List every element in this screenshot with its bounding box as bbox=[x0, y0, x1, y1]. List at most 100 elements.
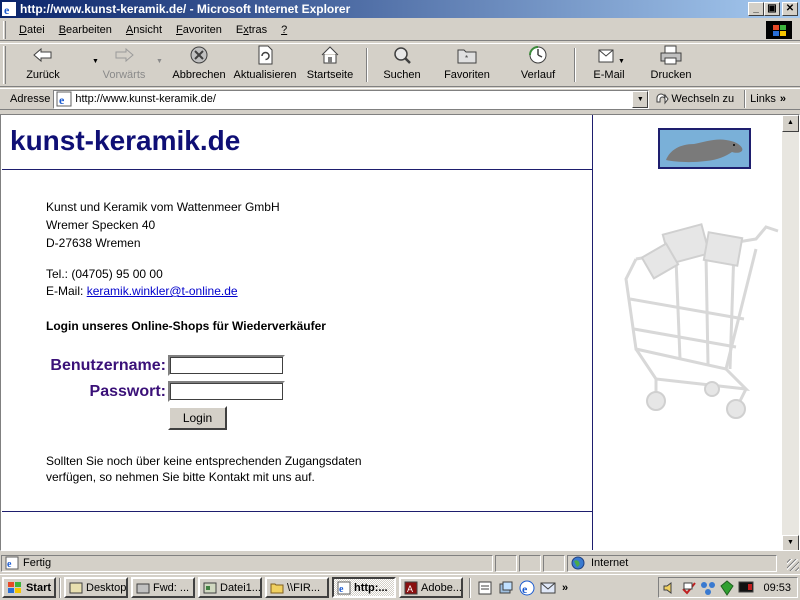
monitor-icon[interactable] bbox=[738, 580, 754, 596]
toolbar-grip[interactable] bbox=[3, 46, 6, 84]
menu-favoriten[interactable]: Favoriten bbox=[169, 24, 229, 36]
footer-divider bbox=[2, 511, 593, 512]
go-button[interactable]: Wechseln zu bbox=[655, 92, 734, 106]
internet-explorer-quick-icon[interactable]: e bbox=[519, 580, 535, 596]
task-browser[interactable]: e http:... bbox=[332, 577, 396, 598]
taskbar-divider bbox=[59, 577, 61, 598]
svg-text:*: * bbox=[465, 54, 468, 63]
menu-bearbeiten[interactable]: Bearbeiten bbox=[52, 24, 119, 36]
login-button[interactable]: Login bbox=[168, 406, 227, 430]
clock[interactable]: 09:53 bbox=[763, 582, 791, 594]
status-cell-offline bbox=[543, 554, 565, 572]
document-window-icon bbox=[203, 582, 217, 593]
home-button[interactable]: Startseite bbox=[300, 44, 360, 86]
back-button[interactable]: Zurück ▼ bbox=[12, 44, 99, 86]
stop-button[interactable]: Abbrechen bbox=[168, 44, 230, 86]
password-row: Passwort: bbox=[46, 381, 285, 402]
mail-button[interactable]: E-Mail ▼ bbox=[582, 44, 636, 86]
history-button[interactable]: Verlauf bbox=[508, 44, 568, 86]
internet-explorer-icon: e bbox=[337, 581, 351, 595]
home-icon bbox=[319, 44, 341, 65]
address-input[interactable] bbox=[75, 93, 616, 105]
mail-check-icon[interactable] bbox=[681, 580, 697, 596]
antivirus-icon[interactable] bbox=[719, 579, 735, 596]
windows-flag-icon bbox=[7, 581, 23, 595]
username-input[interactable] bbox=[168, 355, 285, 376]
resize-grip[interactable] bbox=[787, 559, 799, 571]
company-street: Wremer Specken 40 bbox=[46, 218, 156, 232]
menu-ansicht[interactable]: Ansicht bbox=[119, 24, 169, 36]
svg-text:e: e bbox=[7, 559, 12, 570]
refresh-button[interactable]: Aktualisieren bbox=[230, 44, 300, 86]
page-viewport: kunst-keramik.de Kunst und Keramik vom W… bbox=[0, 114, 800, 551]
task-label: \\FIR... bbox=[287, 581, 320, 594]
task-label: Desktop bbox=[86, 581, 127, 594]
favorites-button[interactable]: * Favoriten bbox=[430, 44, 504, 86]
task-folder-fir[interactable]: \\FIR... bbox=[265, 577, 329, 598]
contact-info: Tel.: (04705) 95 00 00 E-Mail: keramik.w… bbox=[46, 266, 238, 300]
status-bar: e Fertig Internet bbox=[0, 553, 800, 573]
forward-arrow-icon bbox=[113, 44, 135, 65]
site-title: kunst-keramik.de bbox=[10, 125, 241, 156]
login-heading: Login unseres Online-Shops für Wiederver… bbox=[46, 319, 326, 333]
folder-icon bbox=[270, 583, 284, 593]
address-dropdown-icon[interactable]: ▼ bbox=[632, 90, 649, 108]
go-arrow-icon bbox=[656, 93, 669, 105]
search-button[interactable]: Suchen bbox=[374, 44, 430, 86]
window-title: http://www.kunst-keramik.de/ - Microsoft… bbox=[20, 2, 351, 16]
menu-extras[interactable]: Extras bbox=[229, 24, 274, 36]
password-label: Passwort: bbox=[89, 382, 166, 400]
toolbar-separator bbox=[574, 48, 576, 82]
forward-button[interactable]: Vorwärts ▼ bbox=[94, 44, 163, 86]
search-icon bbox=[391, 44, 413, 65]
info-text: Sollten Sie noch über keine entsprechend… bbox=[46, 454, 362, 484]
print-button[interactable]: Drucken bbox=[640, 44, 702, 86]
vertical-scrollbar[interactable]: ▲ ▼ bbox=[782, 115, 799, 550]
home-label: Startseite bbox=[306, 69, 354, 81]
email-label: E-Mail: bbox=[46, 284, 84, 298]
notepad-icon[interactable] bbox=[477, 580, 493, 596]
shopping-cart-icon bbox=[624, 223, 779, 419]
task-datei1[interactable]: Datei1... bbox=[198, 577, 262, 598]
menu-datei[interactable]: Datei bbox=[12, 24, 52, 36]
svg-text:e: e bbox=[4, 3, 10, 16]
window-switch-icon[interactable] bbox=[498, 580, 514, 596]
start-button[interactable]: Start bbox=[2, 577, 56, 598]
header-divider bbox=[2, 169, 593, 170]
refresh-icon bbox=[254, 44, 276, 65]
task-label: http:... bbox=[354, 581, 388, 594]
links-chevron-icon[interactable]: » bbox=[780, 93, 786, 105]
print-label: Drucken bbox=[650, 69, 692, 81]
links-button[interactable]: Links bbox=[750, 93, 776, 105]
mail-dropdown-icon[interactable]: ▼ bbox=[618, 58, 625, 65]
main-frame: kunst-keramik.de Kunst und Keramik vom W… bbox=[2, 115, 593, 550]
status-text: Fertig bbox=[23, 557, 52, 569]
volume-icon[interactable] bbox=[662, 580, 678, 596]
task-fwd-mail[interactable]: Fwd: ... bbox=[131, 577, 195, 598]
email-link[interactable]: keramik.winkler@t-online.de bbox=[87, 284, 238, 298]
close-button[interactable]: ✕ bbox=[782, 2, 798, 16]
back-label: Zurück bbox=[26, 69, 60, 81]
taskbar-chevron-icon[interactable]: » bbox=[562, 582, 568, 594]
task-desktop[interactable]: Desktop bbox=[64, 577, 128, 598]
svg-text:A: A bbox=[407, 584, 413, 594]
outlook-icon[interactable] bbox=[540, 580, 556, 596]
phone-number: Tel.: (04705) 95 00 00 bbox=[46, 267, 163, 281]
seal-logo[interactable] bbox=[658, 128, 751, 169]
password-input[interactable] bbox=[168, 381, 285, 402]
scroll-up-icon[interactable]: ▲ bbox=[782, 115, 799, 132]
menu-bar: Datei Bearbeiten Ansicht Favoriten Extra… bbox=[0, 19, 800, 41]
menu-help[interactable]: ? bbox=[274, 24, 294, 36]
start-label: Start bbox=[25, 581, 52, 594]
address-field[interactable]: e ▼ bbox=[53, 89, 650, 109]
seal-icon bbox=[666, 139, 743, 163]
company-address: Kunst und Keramik vom Wattenmeer GmbH Wr… bbox=[46, 198, 280, 252]
forward-dropdown-icon[interactable]: ▼ bbox=[156, 58, 163, 65]
minimize-button[interactable]: _ bbox=[748, 2, 764, 16]
side-frame bbox=[594, 115, 782, 550]
scroll-down-icon[interactable]: ▼ bbox=[782, 535, 799, 550]
task-adobe[interactable]: A Adobe... bbox=[399, 577, 463, 598]
network-icon[interactable] bbox=[700, 580, 716, 596]
menu-grip[interactable] bbox=[3, 20, 6, 39]
maximize-button[interactable]: ▣ bbox=[764, 2, 780, 16]
